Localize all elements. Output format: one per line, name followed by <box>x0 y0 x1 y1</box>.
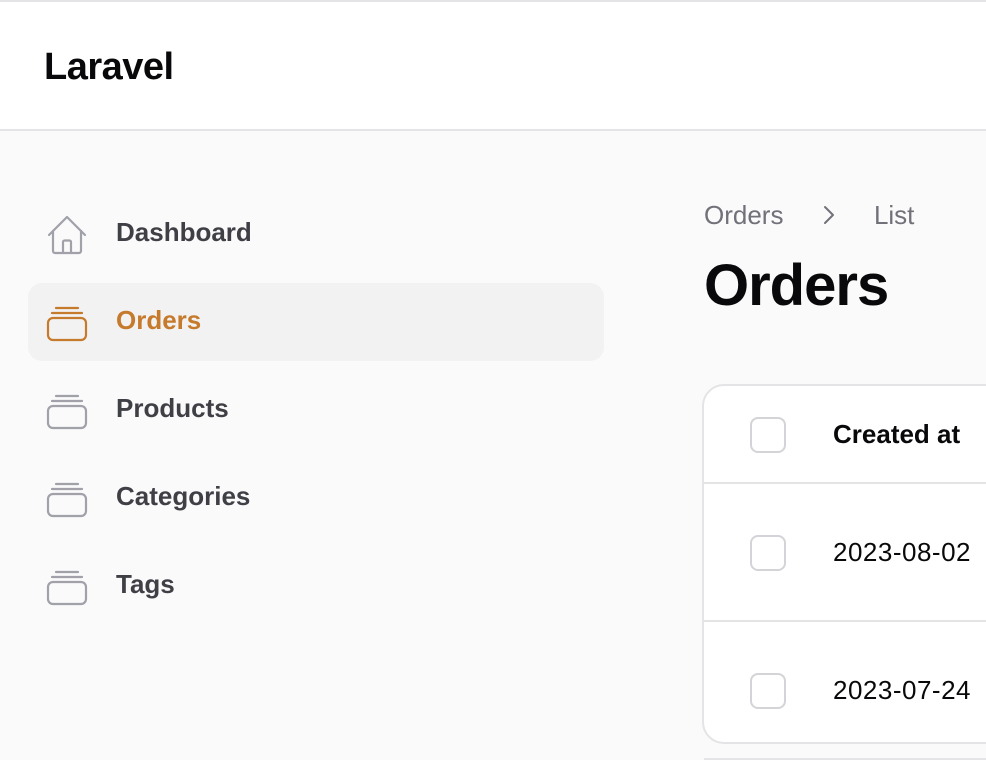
select-all-checkbox[interactable] <box>750 417 786 453</box>
breadcrumb-item-orders[interactable]: Orders <box>704 200 783 231</box>
breadcrumb-item-list: List <box>873 199 915 230</box>
sidebar-item-products[interactable]: Products <box>28 371 604 449</box>
row-checkbox[interactable] <box>750 673 786 709</box>
row-checkbox[interactable] <box>750 535 786 571</box>
sidebar-item-label: Dashboard <box>116 217 252 247</box>
table-header: Created at <box>704 386 986 484</box>
sidebar-item-label: Orders <box>116 305 202 335</box>
column-header-created-at[interactable]: Created at <box>833 419 960 450</box>
breadcrumb: Orders List <box>704 198 914 231</box>
chevron-right-icon <box>823 206 834 225</box>
home-icon <box>47 215 87 255</box>
created-at-cell: 2023-08-02 <box>833 537 971 567</box>
stack-icon <box>46 306 88 342</box>
created-at-cell: 2023-07-24 <box>833 675 971 705</box>
stack-icon <box>46 482 88 518</box>
table-row[interactable]: 2023-08-02 <box>704 484 986 622</box>
page-title: Orders <box>704 253 889 318</box>
brand-logo[interactable]: Laravel <box>44 46 174 89</box>
stack-icon <box>46 394 88 430</box>
table-row[interactable]: 2023-07-24 <box>704 622 986 760</box>
sidebar-item-label: Products <box>116 393 229 423</box>
sidebar-item-label: Categories <box>116 481 251 511</box>
orders-table: Created at 2023-08-02 2023-07-24 <box>702 384 986 760</box>
stack-icon <box>46 570 88 606</box>
sidebar-item-orders[interactable]: Orders <box>28 283 604 361</box>
sidebar-item-label: Tags <box>116 569 175 599</box>
top-bar: Laravel <box>0 0 986 131</box>
sidebar-item-categories[interactable]: Categories <box>28 459 604 537</box>
sidebar-item-tags[interactable]: Tags <box>28 547 604 625</box>
sidebar-item-dashboard[interactable]: Dashboard <box>28 195 604 273</box>
